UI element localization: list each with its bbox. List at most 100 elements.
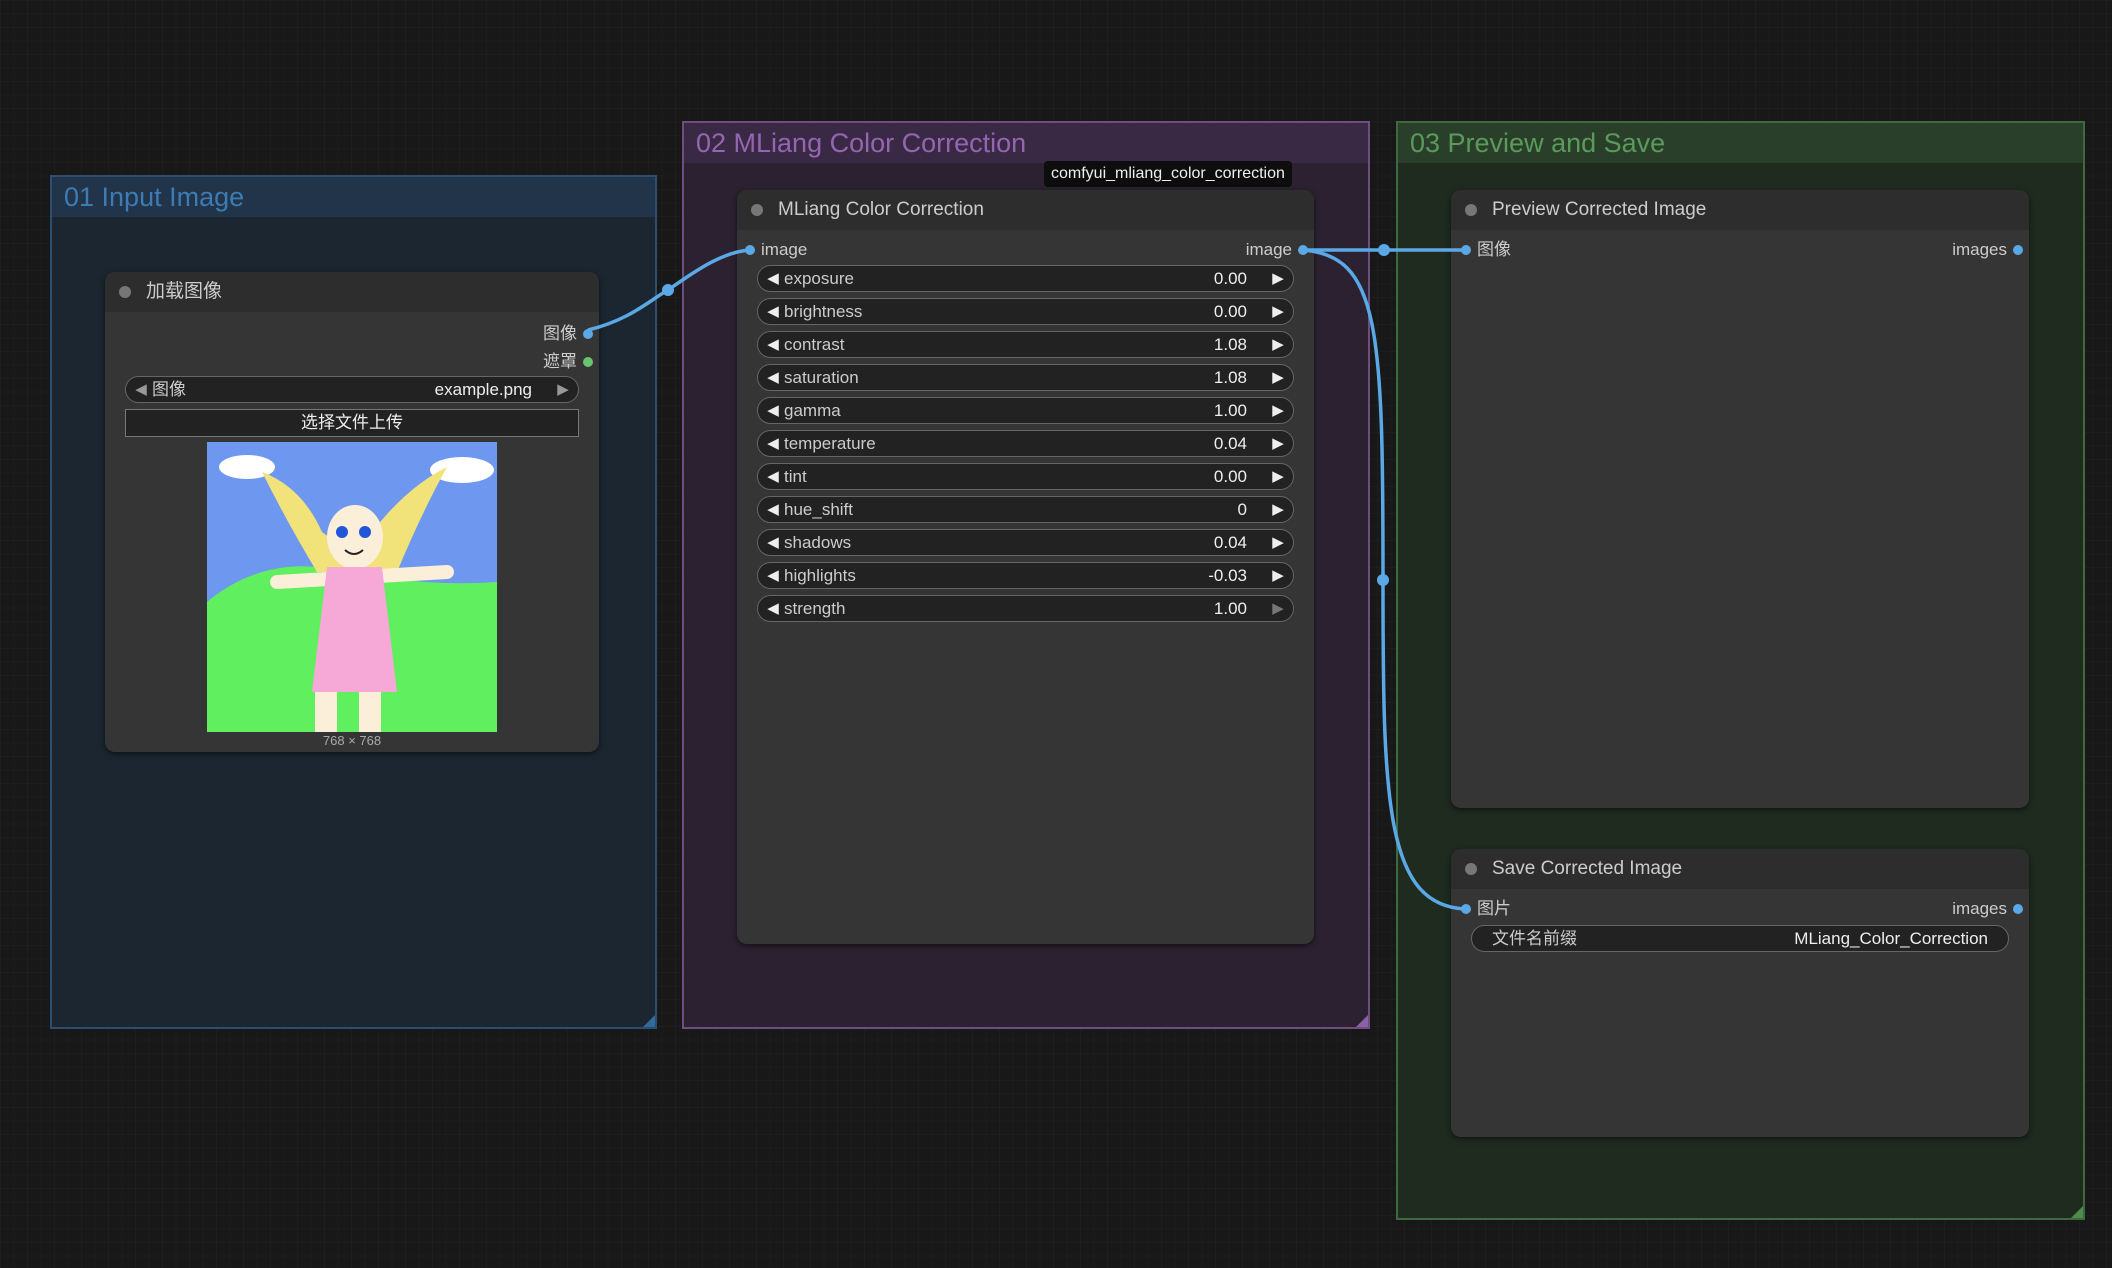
preview-image-node[interactable]: Preview Corrected Image 图像 images [1451,190,2029,808]
group-title[interactable]: 03 Preview and Save [1398,123,2083,163]
arrow-left-icon[interactable]: ◀ [764,332,782,357]
slot-label: 图像 [1477,240,1511,259]
widget-label: tint [784,467,807,486]
widget-value: 0.00 [1213,467,1247,486]
arrow-right-icon[interactable]: ▶ [554,377,572,402]
param-widget-contrast[interactable]: ◀ contrast 1.08 ▶ [757,331,1294,358]
arrow-left-icon[interactable]: ◀ [764,464,782,489]
arrow-left-icon[interactable]: ◀ [764,365,782,390]
slot-dot-icon[interactable] [745,245,755,255]
arrow-left-icon[interactable]: ◀ [764,596,782,621]
input-slot-image[interactable]: 图像 [1461,238,1511,262]
color-correction-node[interactable]: MLiang Color Correction image image ◀ exp… [737,190,1314,944]
arrow-right-icon[interactable]: ▶ [1269,266,1287,291]
leg [315,692,337,732]
eye [336,526,348,538]
param-widget-gamma[interactable]: ◀ gamma 1.00 ▶ [757,397,1294,424]
param-widget-temperature[interactable]: ◀ temperature 0.04 ▶ [757,430,1294,457]
slot-dot-icon[interactable] [1461,245,1471,255]
node-header[interactable]: 加载图像 [105,272,599,312]
eye [359,526,371,538]
param-widget-saturation[interactable]: ◀ saturation 1.08 ▶ [757,364,1294,391]
group-resize-handle[interactable] [2071,1206,2083,1218]
output-slot-image[interactable]: 图像 [543,322,593,346]
face [327,505,383,569]
arrow-right-icon[interactable]: ▶ [1269,365,1287,390]
slot-label: 遮罩 [543,352,577,371]
widget-label: gamma [784,401,841,420]
output-slot-images[interactable]: images [1952,897,2023,921]
group-title[interactable]: 01 Input Image [52,177,655,217]
input-slot-image[interactable]: 图片 [1461,897,1511,921]
link-midpoint-icon [1377,574,1389,586]
output-slot-image[interactable]: image [1246,238,1308,262]
dress [312,567,397,692]
image-size-label: 768 × 768 [322,733,382,748]
leg [359,692,381,732]
arrow-right-icon[interactable]: ▶ [1269,497,1287,522]
widget-value: 1.00 [1213,599,1247,618]
group-resize-handle[interactable] [643,1015,655,1027]
group-title[interactable]: 02 MLiang Color Correction [684,123,1368,163]
arrow-right-icon[interactable]: ▶ [1269,464,1287,489]
arrow-left-icon[interactable]: ◀ [764,398,782,423]
param-widget-brightness[interactable]: ◀ brightness 0.00 ▶ [757,298,1294,325]
link-midpoint-icon [1378,244,1390,256]
arrow-right-icon[interactable]: ▶ [1269,332,1287,357]
arrow-left-icon[interactable]: ◀ [764,563,782,588]
widget-value: 0.00 [1213,302,1247,321]
filename-prefix-widget[interactable]: 文件名前缀 MLiang_Color_Correction [1471,925,2009,952]
collapse-dot-icon[interactable] [1465,204,1477,216]
save-image-node[interactable]: Save Corrected Image 图片 images 文件名前缀 MLi… [1451,849,2029,1137]
arrow-right-icon[interactable]: ▶ [1269,596,1287,621]
arrow-left-icon[interactable]: ◀ [764,431,782,456]
node-header[interactable]: Preview Corrected Image [1451,190,2029,230]
arrow-left-icon[interactable]: ◀ [132,377,150,402]
slot-label: 图片 [1477,899,1511,918]
arrow-right-icon[interactable]: ▶ [1269,299,1287,324]
arrow-left-icon[interactable]: ◀ [764,530,782,555]
upload-button[interactable]: 选择文件上传 [125,409,579,437]
param-widget-exposure[interactable]: ◀ exposure 0.00 ▶ [757,265,1294,292]
group-resize-handle[interactable] [1356,1015,1368,1027]
image-combo-widget[interactable]: ◀ 图像 example.png ▶ [125,376,579,403]
param-widget-tint[interactable]: ◀ tint 0.00 ▶ [757,463,1294,490]
node-title: 加载图像 [146,281,223,302]
param-widget-shadows[interactable]: ◀ shadows 0.04 ▶ [757,529,1294,556]
arrow-left-icon[interactable]: ◀ [764,299,782,324]
param-widget-strength[interactable]: ◀ strength 1.00 ▶ [757,595,1294,622]
widget-label: 文件名前缀 [1492,929,1577,948]
widget-label: 图像 [152,380,186,399]
arrow-right-icon[interactable]: ▶ [1269,431,1287,456]
image-preview [207,442,497,732]
param-widget-highlights[interactable]: ◀ highlights -0.03 ▶ [757,562,1294,589]
graph-canvas[interactable]: 01 Input Image 02 MLiang Color Correctio… [0,0,2112,1268]
arrow-right-icon[interactable]: ▶ [1269,530,1287,555]
slot-dot-icon[interactable] [2013,245,2023,255]
node-header[interactable]: Save Corrected Image [1451,849,2029,889]
collapse-dot-icon[interactable] [119,286,131,298]
widget-value: 1.08 [1213,368,1247,387]
output-slot-mask[interactable]: 遮罩 [543,350,593,374]
arrow-left-icon[interactable]: ◀ [764,266,782,291]
node-header[interactable]: MLiang Color Correction [737,190,1314,230]
collapse-dot-icon[interactable] [751,204,763,216]
slot-label: 图像 [543,324,577,343]
slot-dot-icon[interactable] [2013,904,2023,914]
collapse-dot-icon[interactable] [1465,863,1477,875]
slot-dot-icon[interactable] [1298,245,1308,255]
arrow-left-icon[interactable]: ◀ [764,497,782,522]
widget-value: example.png [434,380,532,399]
slot-dot-icon[interactable] [583,357,593,367]
widget-label: contrast [784,335,845,354]
widget-value: 0 [1237,500,1247,519]
slot-dot-icon[interactable] [1461,904,1471,914]
param-widget-hue-shift[interactable]: ◀ hue_shift 0 ▶ [757,496,1294,523]
input-slot-image[interactable]: image [745,238,807,262]
slot-dot-icon[interactable] [583,329,593,339]
widget-label: highlights [784,566,856,585]
arrow-right-icon[interactable]: ▶ [1269,398,1287,423]
arrow-right-icon[interactable]: ▶ [1269,563,1287,588]
load-image-node[interactable]: 加载图像 图像 遮罩 ◀ 图像 example.png ▶ 选择文件上传 768… [105,272,599,752]
output-slot-images[interactable]: images [1952,238,2023,262]
